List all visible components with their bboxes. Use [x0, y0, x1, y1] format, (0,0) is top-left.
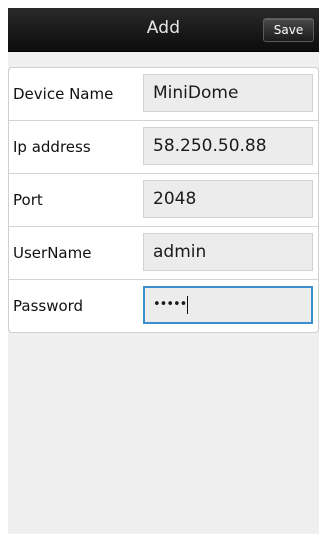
- port-label: Port: [13, 191, 43, 209]
- app-screen: Add Save Device Name MiniDome Ip address…: [8, 8, 319, 534]
- save-button[interactable]: Save: [263, 18, 314, 42]
- password-mask: •••••: [153, 297, 187, 312]
- username-label: UserName: [13, 244, 92, 262]
- title-bar: Add Save: [8, 8, 319, 52]
- form-row-ip-address: Ip address 58.250.50.88: [9, 121, 318, 174]
- form-row-password: Password •••••: [9, 280, 318, 332]
- device-name-label: Device Name: [13, 85, 114, 103]
- port-input[interactable]: 2048: [143, 180, 313, 218]
- form-row-username: UserName admin: [9, 227, 318, 280]
- ip-address-input[interactable]: 58.250.50.88: [143, 127, 313, 165]
- device-form: Device Name MiniDome Ip address 58.250.5…: [8, 67, 319, 333]
- ip-address-label: Ip address: [13, 138, 91, 156]
- password-input[interactable]: •••••: [143, 286, 313, 324]
- device-name-input[interactable]: MiniDome: [143, 74, 313, 112]
- form-row-port: Port 2048: [9, 174, 318, 227]
- username-input[interactable]: admin: [143, 233, 313, 271]
- password-label: Password: [13, 297, 84, 315]
- form-row-device-name: Device Name MiniDome: [9, 68, 318, 121]
- text-caret: [187, 296, 189, 314]
